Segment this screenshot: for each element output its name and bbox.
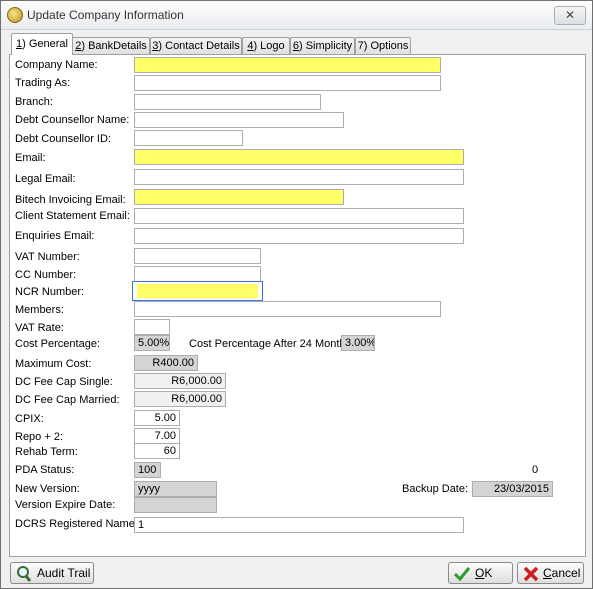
cancel-button[interactable]: Cancel xyxy=(517,562,584,584)
company-name-label: Company Name: xyxy=(15,59,98,71)
enquiries-email-label: Enquiries Email: xyxy=(15,230,95,242)
tab-bank-details[interactable]: 2) BankDetails xyxy=(72,37,150,54)
repo-2-input[interactable]: 7.00 xyxy=(134,428,180,444)
members-input[interactable] xyxy=(134,301,441,317)
rehab-term-input[interactable]: 60 xyxy=(134,443,180,459)
tab-options[interactable]: 7) Options xyxy=(355,37,411,54)
cpix-label: CPIX: xyxy=(15,413,44,425)
cost-percentage-24-label: Cost Percentage After 24 Months: xyxy=(189,338,355,350)
company-name-input[interactable] xyxy=(134,57,441,73)
dc-fee-cap-married-input[interactable]: R6,000.00 xyxy=(134,391,226,407)
version-expire-date-label: Version Expire Date: xyxy=(15,499,116,511)
magnifier-icon xyxy=(17,566,32,582)
email-input[interactable] xyxy=(134,149,464,165)
debt-counsellor-name-label: Debt Counsellor Name: xyxy=(15,114,130,126)
trading-as-label: Trading As: xyxy=(15,77,71,89)
cc-number-input[interactable] xyxy=(134,266,261,282)
cost-percentage-input[interactable]: 5.00% xyxy=(134,335,170,351)
audit-trail-button[interactable]: Audit Trail xyxy=(10,562,94,584)
bitech-invoicing-email-label: Bitech Invoicing Email: xyxy=(15,194,126,206)
tab-simplicity[interactable]: 6) Simplicity xyxy=(290,37,355,54)
cost-percentage-24-input[interactable]: 3.00% xyxy=(341,335,375,351)
client-statement-email-label: Client Statement Email: xyxy=(15,210,130,222)
version-expire-date-input[interactable] xyxy=(134,497,217,513)
update-company-window: Update Company Information ✕ 1) General … xyxy=(0,0,593,589)
pda-count: 0 xyxy=(532,464,539,476)
x-icon xyxy=(523,566,539,582)
maximum-cost-input[interactable]: R400.00 xyxy=(134,355,198,371)
branch-label: Branch: xyxy=(15,96,53,108)
ncr-number-label: NCR Number: xyxy=(15,286,85,298)
backup-date-label: Backup Date: xyxy=(402,483,469,495)
tab-general[interactable]: 1) General xyxy=(11,33,73,55)
email-label: Email: xyxy=(15,152,46,164)
new-version-label: New Version: xyxy=(15,483,80,495)
vat-number-input[interactable] xyxy=(134,248,261,264)
app-icon xyxy=(7,7,23,23)
client-statement-email-input[interactable] xyxy=(134,208,464,224)
cc-number-label: CC Number: xyxy=(15,269,77,281)
debt-counsellor-name-input[interactable] xyxy=(134,112,344,128)
ncr-number-focus-frame xyxy=(132,281,263,301)
repo-2-label: Repo + 2: xyxy=(15,431,64,443)
tab-logo[interactable]: 4) Logo xyxy=(242,37,290,54)
checkmark-icon xyxy=(453,567,471,582)
bitech-invoicing-email-input[interactable] xyxy=(134,189,344,205)
pda-status-input[interactable]: 100 xyxy=(134,462,161,478)
dc-fee-cap-single-input[interactable]: R6,000.00 xyxy=(134,373,226,389)
debt-counsellor-id-label: Debt Counsellor ID: xyxy=(15,133,111,145)
new-version-input[interactable]: yyyy xyxy=(134,481,217,497)
members-label: Members: xyxy=(15,304,64,316)
legal-email-input[interactable] xyxy=(134,169,464,185)
pda-status-label: PDA Status: xyxy=(15,464,75,476)
tab-contact-details[interactable]: 3) Contact Details xyxy=(150,37,242,54)
window-title: Update Company Information xyxy=(27,8,184,22)
vat-rate-input[interactable] xyxy=(134,319,170,335)
close-button[interactable]: ✕ xyxy=(554,6,586,25)
dcrs-registered-name-label: DCRS Registered Name: xyxy=(15,518,138,530)
backup-date-input[interactable]: 23/03/2015 xyxy=(472,481,553,497)
title-bar: Update Company Information ✕ xyxy=(1,1,592,30)
maximum-cost-label: Maximum Cost: xyxy=(15,358,92,370)
ok-button[interactable]: OK xyxy=(448,562,513,584)
debt-counsellor-id-input[interactable] xyxy=(134,130,243,146)
dc-fee-cap-single-label: DC Fee Cap Single: xyxy=(15,376,113,388)
trading-as-input[interactable] xyxy=(134,75,441,91)
branch-input[interactable] xyxy=(134,94,321,110)
enquiries-email-input[interactable] xyxy=(134,228,464,244)
legal-email-label: Legal Email: xyxy=(15,173,76,185)
cost-percentage-label: Cost Percentage: xyxy=(15,338,100,350)
cpix-input[interactable]: 5.00 xyxy=(134,410,180,426)
vat-number-label: VAT Number: xyxy=(15,251,80,263)
vat-rate-label: VAT Rate: xyxy=(15,322,64,334)
dcrs-registered-name-input[interactable]: 1 xyxy=(134,517,464,533)
rehab-term-label: Rehab Term: xyxy=(15,446,78,458)
ncr-number-input[interactable] xyxy=(137,284,258,298)
dc-fee-cap-married-label: DC Fee Cap Married: xyxy=(15,394,120,406)
